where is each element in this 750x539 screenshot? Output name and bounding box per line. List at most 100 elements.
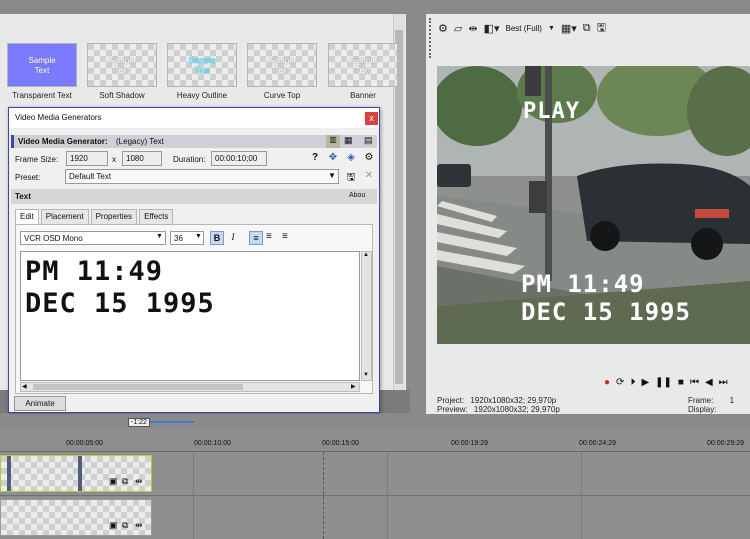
frame-width-field[interactable]: 1920 (66, 151, 108, 166)
panel-divider[interactable] (410, 14, 426, 414)
tab-edit[interactable]: Edit (15, 209, 39, 224)
preset-label: Preset: (15, 173, 41, 182)
loop-region[interactable] (150, 421, 194, 423)
video-date-label: DEC 15 1995 (521, 298, 691, 326)
dialog-titlebar[interactable]: Video Media Generators x (9, 108, 379, 128)
generator-label: Video Media Generator: (18, 137, 108, 146)
tab-effects[interactable]: Effects (139, 209, 174, 224)
scroll-down-icon[interactable]: ▼ (363, 372, 369, 378)
tab-strip: Edit Placement Properties Effects (15, 209, 174, 224)
event-clip-2[interactable]: ▣ ⧉ ⇹ (0, 499, 152, 536)
text-edit-area[interactable]: PM 11:49 DEC 15 1995 (20, 251, 360, 381)
play-icon[interactable]: ▶ (641, 377, 649, 388)
size-select[interactable]: 36 ▼ (170, 231, 204, 245)
media-generator-dialog: Video Media Generators x Video Media Gen… (8, 107, 380, 413)
frame-height-field[interactable]: 1080 (122, 151, 162, 166)
align-right-icon[interactable]: ≡ (282, 231, 288, 242)
edit-horizontal-scrollbar[interactable]: ◀ ▶ (20, 382, 360, 392)
ruler-tick-label: 00:00:05:00 (66, 440, 103, 447)
triple-pane-icon[interactable]: ▤ (364, 135, 373, 146)
video-preview[interactable]: PLAY PM 11:49 DEC 15 1995 (437, 66, 750, 344)
last-frame-icon[interactable]: ⏭ (719, 377, 728, 388)
pause-icon[interactable]: ❚❚ (655, 377, 672, 388)
preset-label: Curve Top (263, 91, 301, 100)
info-project: Project: 1920x1080x32; 29,970p (437, 396, 556, 405)
generated-media-icon[interactable]: ⇹ (135, 476, 143, 487)
chevron-down-icon: ▼ (156, 233, 163, 240)
preset-thumb-text: Sample Text (188, 56, 216, 75)
save-preset-icon[interactable]: 🖫 (345, 170, 357, 187)
event-fx-icon[interactable]: ⧉ (122, 520, 128, 531)
stop-icon[interactable]: ■ (678, 377, 684, 388)
close-button[interactable]: x (365, 112, 378, 125)
ruler-tick-label: 00:00:10:00 (194, 440, 231, 447)
event-pan-crop-icon[interactable]: ▣ (109, 520, 118, 531)
bold-button[interactable]: B (210, 231, 224, 245)
delete-preset-icon[interactable]: ✕ (363, 170, 375, 181)
copy-snapshot-icon[interactable]: ⧉ (583, 22, 591, 35)
preset-select[interactable]: Default Text ▼ (65, 169, 339, 184)
preset-thumbnail[interactable]: Sample Text (7, 43, 77, 87)
tab-properties[interactable]: Properties (90, 209, 138, 224)
align-center-icon[interactable]: ≡ (266, 231, 272, 242)
dialog-title: Video Media Generators (15, 113, 102, 122)
event-fx-icon[interactable]: ⧉ (122, 476, 128, 487)
duration-label: Duration: (173, 155, 206, 164)
keyframe-icon[interactable]: ◈ (345, 152, 357, 163)
quality-select[interactable]: Best (Full) (505, 24, 541, 33)
double-pane-icon[interactable]: ▦ (344, 135, 353, 146)
edit-text-line1: PM 11:49 (25, 256, 164, 287)
ruler-tick-label: 00:00:29:29 (707, 440, 744, 447)
help-icon[interactable]: ? (309, 152, 321, 163)
preview-mode-icon[interactable]: ◧▾ (484, 22, 500, 35)
clip-split (7, 456, 11, 491)
about-link[interactable]: Abou (349, 192, 365, 199)
preset-thumbnail[interactable]: Sample Text (247, 43, 317, 87)
h-scroll-thumb[interactable] (33, 384, 243, 390)
preset-label: Transparent Text (12, 91, 72, 100)
split-screen-icon[interactable]: ▱ (454, 22, 462, 35)
scroll-left-icon[interactable]: ◀ (22, 383, 27, 390)
single-pane-icon[interactable]: ▥ (326, 135, 340, 148)
overlays-icon[interactable]: ▦▾ (561, 22, 577, 35)
font-select[interactable]: VCR OSD Mono ▼ (20, 231, 166, 245)
scroll-right-icon[interactable]: ▶ (351, 383, 356, 390)
preset-thumbnail[interactable]: Sample Text (167, 43, 237, 87)
save-snapshot-icon[interactable]: 🖫 (597, 19, 606, 38)
project-label: Project: (437, 396, 465, 405)
tab-placement[interactable]: Placement (40, 209, 89, 224)
timeline-marker[interactable]: -1:22 (128, 418, 150, 427)
record-icon[interactable]: ● (604, 377, 610, 388)
loop-icon[interactable]: ⟳ (616, 377, 624, 388)
edit-vertical-scrollbar[interactable]: ▲ ▼ (361, 251, 372, 381)
play-from-start-icon[interactable]: ⏵ (630, 377, 635, 388)
scroll-up-icon[interactable]: ▲ (363, 252, 369, 258)
edit-text-line2: DEC 15 1995 (25, 288, 215, 319)
preset-label: Soft Shadow (99, 91, 145, 100)
event-pan-crop-icon[interactable]: ▣ (109, 476, 118, 487)
italic-button[interactable]: I (227, 231, 239, 245)
preview-toolbar: ⚙ ▱ ⇹ ◧▾ Best (Full) ▼ ▦▾ ⧉ 🖫 (438, 18, 750, 38)
cursor-line[interactable] (323, 452, 324, 539)
chevron-down-icon[interactable]: ▼ (548, 25, 555, 32)
generated-media-icon[interactable]: ⇹ (135, 520, 143, 531)
event-clip-1[interactable]: ▣ ⧉ ⇹ (0, 455, 152, 492)
align-left-icon[interactable]: ≡ (249, 231, 263, 245)
gear-icon[interactable]: ⚙ (438, 22, 448, 35)
clip-split (78, 456, 82, 491)
move-icon[interactable]: ✥ (327, 152, 339, 163)
prev-frame-icon[interactable]: ⏮ (690, 377, 699, 388)
info-preview: Preview: 1920x1080x32; 29,970p (437, 405, 560, 414)
settings-icon[interactable]: ⚙ (363, 152, 375, 163)
time-ruler[interactable]: 00:00:05:00 00:00:10:00 00:00:15:00 00:0… (0, 428, 750, 452)
external-monitor-icon[interactable]: ⇹ (468, 22, 477, 35)
animate-button[interactable]: Animate (14, 396, 66, 411)
divider-dots-icon (429, 18, 432, 58)
duration-field[interactable]: 00:00:10;00 (211, 151, 267, 166)
preset-thumbnail[interactable]: Sample Text (87, 43, 157, 87)
transport-controls: ● ⟳ ⏵ ▶ ❚❚ ■ ⏮ ◀ ⏭ (604, 375, 750, 389)
preset-thumbnail[interactable]: Sample Text (328, 43, 398, 87)
chevron-down-icon: ▼ (195, 233, 202, 240)
next-frame-icon[interactable]: ◀ (705, 377, 713, 388)
frame-label: Frame: (688, 396, 714, 405)
